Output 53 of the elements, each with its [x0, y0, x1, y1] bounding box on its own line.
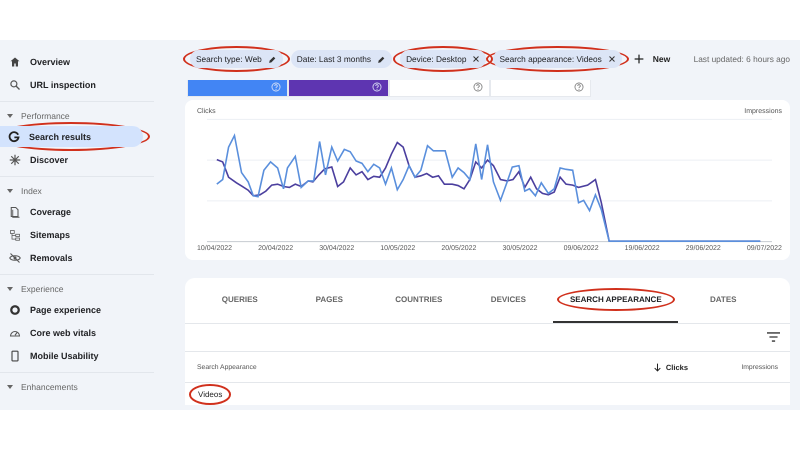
pencil-icon: [377, 54, 386, 64]
tab[interactable]: SEARCH APPEARANCE: [564, 292, 668, 307]
metric-card[interactable]: [288, 80, 389, 97]
sidebar-item[interactable]: Sitemaps: [0, 224, 80, 245]
filter-icon[interactable]: [767, 332, 780, 342]
sitemap-icon: [9, 228, 21, 240]
close-icon: [472, 55, 480, 63]
caret-icon: [7, 286, 13, 292]
sidebar-item[interactable]: Overview: [0, 51, 80, 72]
phone-icon: [9, 350, 21, 362]
help-icon: [271, 82, 281, 92]
help-icon: [372, 82, 382, 92]
asterisk-icon: [9, 154, 21, 166]
sidebar-item[interactable]: Discover: [0, 149, 78, 170]
filter-chip[interactable]: Search type: Web: [190, 50, 283, 68]
last-updated-text: Last updated: 6 hours ago: [694, 54, 790, 64]
filter-chip[interactable]: Device: Desktop: [400, 50, 486, 68]
pencil-icon: [268, 54, 277, 64]
tab[interactable]: DATES: [704, 292, 742, 307]
sidebar-item[interactable]: Removals: [0, 247, 83, 268]
document-icon: [9, 206, 21, 218]
tab[interactable]: COUNTRIES: [389, 292, 448, 307]
help-icon: [473, 82, 483, 92]
tab[interactable]: QUERIES: [216, 292, 264, 307]
sidebar-item[interactable]: Page experience: [0, 299, 112, 320]
section-header[interactable]: Index: [0, 182, 170, 200]
ring-icon: [9, 304, 21, 316]
caret-icon: [7, 384, 13, 390]
sidebar-item[interactable]: Coverage: [0, 201, 82, 222]
new-filter-button[interactable]: New: [630, 54, 674, 64]
sidebar-item[interactable]: URL inspection: [0, 74, 106, 95]
tab[interactable]: PAGES: [310, 292, 349, 307]
home-icon: [9, 56, 21, 68]
g-logo-icon: [8, 130, 20, 142]
arrow-down-icon: [652, 362, 662, 372]
section-header[interactable]: Experience: [0, 280, 170, 298]
help-icon: [574, 82, 584, 92]
tab[interactable]: DEVICES: [484, 292, 532, 307]
section-header[interactable]: Enhancements: [0, 378, 170, 396]
search-icon: [9, 78, 21, 90]
close-icon: [608, 55, 616, 63]
plus-icon: [634, 54, 644, 64]
caret-icon: [7, 188, 13, 194]
filter-chip[interactable]: Search appearance: Videos: [493, 50, 622, 68]
filter-chip[interactable]: Date: Last 3 months: [290, 50, 392, 68]
table-cell[interactable]: Videos: [196, 388, 224, 400]
sidebar-item[interactable]: Mobile Usability: [0, 345, 109, 366]
eye-off-icon: [9, 252, 21, 264]
metric-card[interactable]: [187, 80, 288, 97]
section-header[interactable]: Performance: [0, 107, 170, 125]
sidebar-item[interactable]: Core web vitals: [0, 322, 106, 343]
sidebar-item[interactable]: Search results: [0, 126, 143, 147]
caret-icon: [7, 113, 13, 119]
